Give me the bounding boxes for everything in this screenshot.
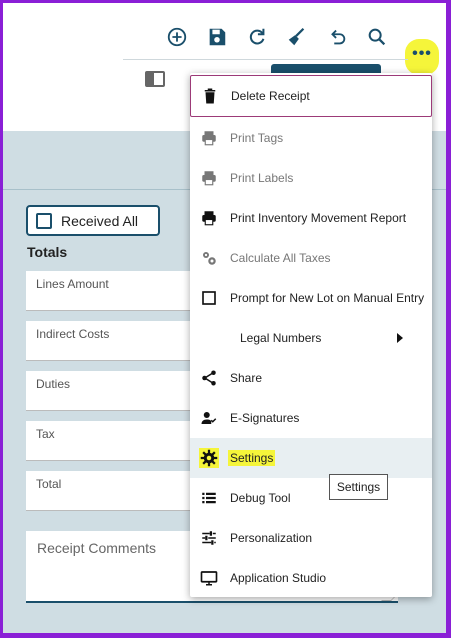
- field-label: Duties: [36, 377, 71, 391]
- refresh-icon[interactable]: [245, 25, 269, 49]
- menu-label: Legal Numbers: [240, 331, 322, 345]
- signature-icon: [199, 408, 219, 428]
- menu-item-print-inventory-movement-report[interactable]: Print Inventory Movement Report: [190, 198, 432, 238]
- list-icon: [199, 488, 219, 508]
- save-icon[interactable]: [205, 25, 229, 49]
- submenu-arrow-icon: [397, 333, 403, 343]
- menu-label: Print Labels: [230, 171, 294, 185]
- total-field[interactable]: Total: [26, 471, 196, 511]
- settings-tooltip: Settings: [329, 474, 388, 500]
- gears-icon: [199, 248, 219, 268]
- checkbox-icon[interactable]: [199, 288, 219, 308]
- menu-item-delete-receipt[interactable]: Delete Receipt: [190, 75, 432, 117]
- totals-heading: Totals: [27, 244, 68, 260]
- lines-amount-field[interactable]: Lines Amount: [26, 271, 196, 311]
- field-label: Total: [36, 477, 62, 491]
- menu-item-share[interactable]: Share: [190, 358, 432, 398]
- received-all-toggle[interactable]: Received All: [26, 205, 160, 236]
- received-all-checkbox[interactable]: [36, 212, 52, 229]
- menu-label: Settings: [228, 450, 276, 466]
- gear-icon: [199, 448, 219, 468]
- monitor-icon: [199, 568, 219, 588]
- printer-icon: [199, 128, 219, 148]
- menu-label: Personalization: [230, 531, 313, 545]
- indirect-costs-field[interactable]: Indirect Costs: [26, 321, 196, 361]
- menu-label: Print Tags: [230, 131, 284, 145]
- sliders-icon: [199, 528, 219, 548]
- received-all-label: Received All: [61, 212, 139, 229]
- actions-menu: Delete Receipt Print Tags Print Labels P…: [190, 73, 432, 597]
- menu-label: Application Studio: [230, 571, 327, 585]
- app-frame: ••• Received All Totals Lines Amount Ind…: [3, 3, 446, 633]
- toolbar-divider: [123, 59, 408, 60]
- menu-item-prompt-new-lot[interactable]: Prompt for New Lot on Manual Entry: [190, 278, 432, 318]
- menu-item-personalization[interactable]: Personalization: [190, 518, 432, 558]
- more-icon[interactable]: •••: [405, 39, 439, 75]
- search-icon[interactable]: [365, 25, 389, 49]
- menu-item-settings[interactable]: Settings: [190, 438, 432, 478]
- field-label: Tax: [36, 427, 55, 441]
- menu-label: Calculate All Taxes: [230, 251, 331, 265]
- menu-label: Share: [230, 371, 263, 385]
- menu-item-e-signatures[interactable]: E-Signatures: [190, 398, 432, 438]
- add-icon[interactable]: [165, 25, 189, 49]
- clear-icon[interactable]: [285, 25, 309, 49]
- field-label: Lines Amount: [36, 277, 109, 291]
- printer-icon: [199, 208, 219, 228]
- tax-field[interactable]: Tax: [26, 421, 196, 461]
- menu-label: Prompt for New Lot on Manual Entry: [230, 291, 425, 305]
- menu-item-print-tags[interactable]: Print Tags: [190, 118, 432, 158]
- printer-icon: [199, 168, 219, 188]
- panel-icon[interactable]: [145, 71, 165, 87]
- trash-icon: [200, 86, 220, 106]
- menu-label: Debug Tool: [230, 491, 291, 505]
- more-label: •••: [412, 45, 432, 62]
- comments-placeholder: Receipt Comments: [37, 540, 157, 556]
- menu-item-application-studio[interactable]: Application Studio: [190, 558, 432, 598]
- menu-item-legal-numbers[interactable]: Legal Numbers: [190, 318, 432, 358]
- menu-label: Print Inventory Movement Report: [230, 211, 407, 225]
- menu-item-calculate-all-taxes[interactable]: Calculate All Taxes: [190, 238, 432, 278]
- menu-item-print-labels[interactable]: Print Labels: [190, 158, 432, 198]
- menu-item-debug-tool[interactable]: Debug Tool: [190, 478, 432, 518]
- duties-field[interactable]: Duties: [26, 371, 196, 411]
- menu-label: Delete Receipt: [231, 89, 310, 103]
- share-icon: [199, 368, 219, 388]
- undo-icon[interactable]: [325, 25, 349, 49]
- field-label: Indirect Costs: [36, 327, 110, 341]
- menu-label: E-Signatures: [230, 411, 300, 425]
